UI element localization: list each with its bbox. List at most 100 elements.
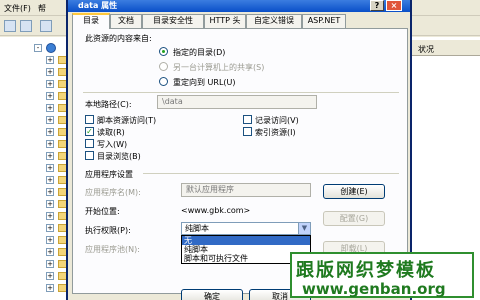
expand-icon[interactable]: + (46, 164, 54, 172)
exec-perm-select[interactable]: 纯脚本 ▼ (181, 222, 311, 235)
expand-icon[interactable]: + (46, 152, 54, 160)
tree-row[interactable]: + (0, 163, 72, 174)
tree-row[interactable]: + (0, 259, 72, 270)
tab-directory-security[interactable]: 目录安全性 (142, 14, 204, 28)
tree-row[interactable]: + (0, 151, 72, 162)
tree-row[interactable]: + (0, 175, 72, 186)
divider (143, 173, 399, 174)
checkbox-index-resource-label: 索引资源(I) (255, 128, 296, 137)
checkbox-index-resource[interactable] (243, 127, 252, 136)
tree-row[interactable]: + (0, 235, 72, 246)
expand-icon[interactable]: + (46, 236, 54, 244)
tree-row[interactable]: + (0, 67, 72, 78)
tree-row[interactable]: + (0, 139, 72, 150)
expand-icon[interactable]: + (46, 56, 54, 64)
expand-icon[interactable]: + (46, 68, 54, 76)
local-path-input[interactable]: \data (157, 95, 317, 109)
checkbox-log-visits-label: 记录访问(V) (255, 116, 299, 125)
expand-icon[interactable]: + (46, 104, 54, 112)
expand-icon[interactable]: + (46, 140, 54, 148)
dialog-title: data 属性 (78, 1, 118, 10)
local-path-label: 本地路径(C): (85, 100, 132, 109)
tab-custom-errors[interactable]: 自定义错误 (246, 14, 302, 28)
tree-row[interactable]: + (0, 223, 72, 234)
tree-row[interactable]: + (0, 283, 72, 294)
tree-row[interactable]: + (0, 103, 72, 114)
expand-icon[interactable]: + (46, 176, 54, 184)
watermark: 跟版网织梦模板 www.genban.org (290, 252, 474, 298)
divider (83, 92, 399, 93)
tree-row[interactable]: + (0, 127, 72, 138)
expand-icon[interactable]: + (46, 116, 54, 124)
close-button[interactable]: × (386, 0, 402, 11)
app-settings-heading: 应用程序设置 (85, 170, 133, 179)
checkbox-directory-browsing-label: 目录浏览(B) (97, 152, 141, 161)
expand-icon[interactable]: + (46, 272, 54, 280)
expand-icon[interactable]: + (46, 284, 54, 292)
chevron-down-icon[interactable]: ▼ (298, 223, 310, 234)
watermark-url: www.genban.org (302, 280, 446, 298)
app-name-label: 应用程序名(M): (85, 188, 141, 197)
expand-icon[interactable]: + (46, 224, 54, 232)
status-column-header[interactable]: 状况 (406, 40, 480, 56)
collapse-icon[interactable]: - (34, 44, 42, 52)
tree-row[interactable]: + (0, 91, 72, 102)
tab-documents[interactable]: 文档 (110, 14, 142, 28)
app-pool-label: 应用程序池(N): (85, 245, 140, 254)
tab-directory[interactable]: 目录 (72, 13, 110, 29)
checkbox-log-visits[interactable] (243, 115, 252, 124)
checkbox-write[interactable] (85, 139, 94, 148)
checkbox-read[interactable]: ✓ (85, 127, 94, 136)
tree-row[interactable]: + (0, 271, 72, 282)
expand-icon[interactable]: + (46, 212, 54, 220)
tree-row[interactable]: - (0, 43, 72, 54)
checkbox-script-source-access-label: 脚本资源访问(T) (97, 116, 157, 125)
tree-row[interactable]: + (0, 115, 72, 126)
up-icon[interactable] (40, 20, 52, 32)
website-globe-icon (46, 43, 56, 53)
tab-http-headers[interactable]: HTTP 头 (204, 14, 246, 28)
dialog-titlebar[interactable]: data 属性 ? × (68, 0, 410, 12)
create-button[interactable]: 创建(E) (323, 184, 385, 199)
tab-aspnet[interactable]: ASP.NET (302, 14, 346, 28)
radio-local-directory[interactable] (159, 47, 168, 56)
tree-row[interactable]: + (0, 187, 72, 198)
watermark-text: 跟版网织梦模板 (296, 260, 436, 281)
expand-icon[interactable]: + (46, 200, 54, 208)
expand-icon[interactable]: + (46, 248, 54, 256)
app-name-input[interactable]: 默认应用程序 (181, 183, 311, 197)
radio-redirect-url-label: 重定向到 URL(U) (173, 78, 236, 87)
exec-perm-selected-value: 纯脚本 (185, 224, 209, 233)
site-tree: - + + + + + + + + + + + + + + + + + + + … (0, 37, 72, 300)
radio-local-directory-label: 指定的目录(D) (173, 48, 226, 57)
expand-icon[interactable]: + (46, 128, 54, 136)
expand-icon[interactable]: + (46, 188, 54, 196)
tab-strip: 目录 文档 目录安全性 HTTP 头 自定义错误 ASP.NET (72, 13, 408, 29)
tree-row[interactable]: + (0, 55, 72, 66)
ok-button[interactable]: 确定 (181, 289, 243, 300)
content-source-heading: 此资源的内容来自: (85, 34, 152, 43)
forward-icon[interactable] (20, 20, 32, 32)
back-icon[interactable] (4, 20, 16, 32)
checkbox-directory-browsing[interactable] (85, 151, 94, 160)
start-point-label: 开始位置: (85, 207, 120, 216)
checkbox-script-source-access[interactable] (85, 115, 94, 124)
radio-redirect-url[interactable] (159, 77, 168, 86)
exec-perm-label: 执行权限(P): (85, 226, 131, 235)
tree-row[interactable]: + (0, 247, 72, 258)
checkbox-read-label: 读取(R) (97, 128, 125, 137)
expand-icon[interactable]: + (46, 80, 54, 88)
menu-help[interactable]: 帮 (38, 3, 46, 14)
radio-network-share[interactable] (159, 62, 168, 71)
tree-row[interactable]: + (0, 199, 72, 210)
expand-icon[interactable]: + (46, 260, 54, 268)
menu-file[interactable]: 文件(F) (4, 3, 31, 14)
dropdown-option[interactable]: 无 (182, 236, 310, 245)
help-button[interactable]: ? (370, 0, 384, 11)
tree-row[interactable]: + (0, 79, 72, 90)
config-button[interactable]: 配置(G) (323, 211, 385, 226)
start-point-value: <www.gbk.com> (181, 206, 251, 215)
radio-network-share-label: 另一台计算机上的共享(S) (173, 63, 265, 72)
tree-row[interactable]: + (0, 211, 72, 222)
expand-icon[interactable]: + (46, 92, 54, 100)
